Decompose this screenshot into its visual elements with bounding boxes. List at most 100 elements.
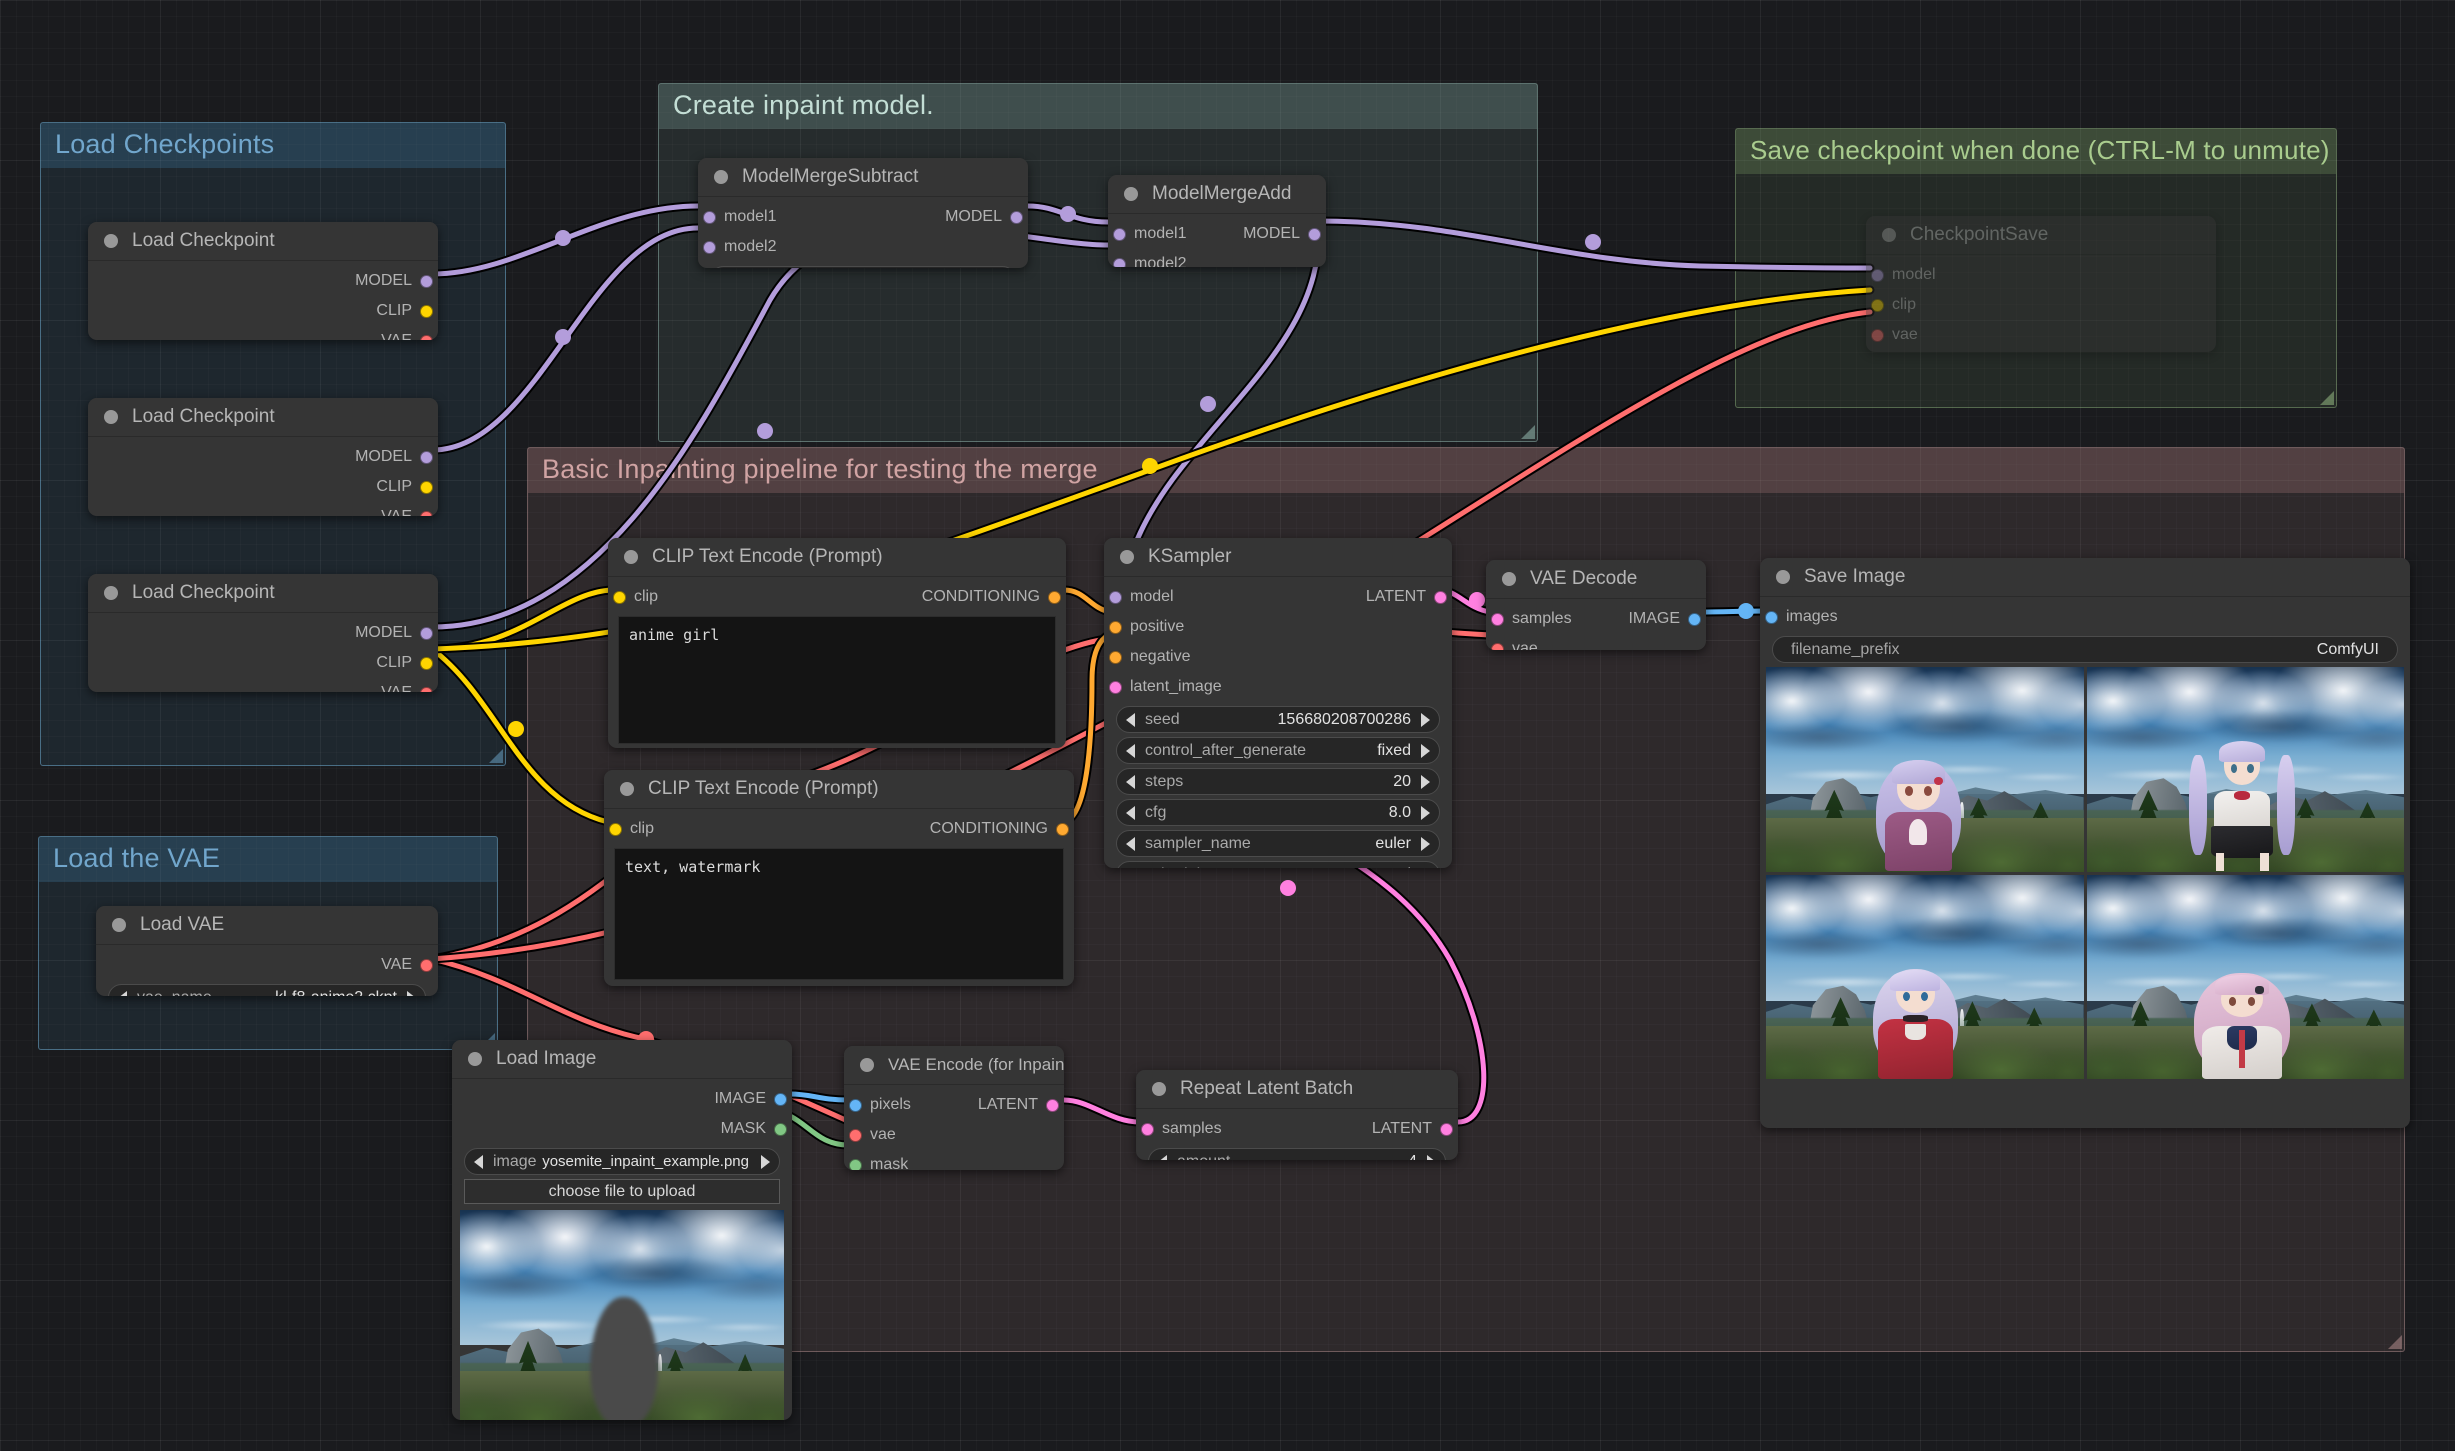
port-mask[interactable] — [774, 1123, 787, 1136]
chevron-left-icon[interactable] — [1126, 713, 1135, 727]
node-load-vae[interactable]: Load VAE VAE vae_name kl-f8-anime2.ckpt — [96, 906, 438, 996]
port-clip[interactable] — [1871, 299, 1884, 312]
port-image-out[interactable] — [1688, 613, 1701, 626]
widget-steps[interactable]: steps 20 — [1116, 768, 1440, 795]
port-clip[interactable] — [420, 481, 433, 494]
output-image-1[interactable] — [1766, 667, 2084, 872]
node-header[interactable]: CLIP Text Encode (Prompt) — [608, 538, 1066, 577]
node-load-checkpoint-2[interactable]: Load Checkpoint MODEL CLIP VAE ckpt_name… — [88, 398, 438, 516]
slot-row-model2[interactable]: model2 — [698, 236, 1028, 258]
slot-row-images[interactable]: images — [1760, 606, 2410, 628]
port-clip[interactable] — [420, 657, 433, 670]
slot-row-model1[interactable]: model1 MODEL — [1108, 223, 1326, 245]
node-collapse-icon[interactable] — [1152, 1082, 1166, 1096]
node-header[interactable]: Repeat Latent Batch — [1136, 1070, 1458, 1109]
node-checkpoint-save[interactable]: CheckpointSave model clip vae filename_p… — [1866, 216, 2216, 352]
prompt-textarea[interactable]: text, watermark — [614, 848, 1064, 980]
port-vae[interactable] — [420, 959, 433, 972]
widget-image[interactable]: image yosemite_inpaint_example.png — [464, 1148, 780, 1175]
port-model[interactable] — [420, 627, 433, 640]
chevron-right-icon[interactable] — [1421, 713, 1430, 727]
node-header[interactable]: VAE Decode — [1486, 560, 1706, 599]
port-positive[interactable] — [1109, 621, 1122, 634]
widget-scheduler[interactable]: scheduler normal — [1116, 861, 1440, 868]
port-model-out[interactable] — [1308, 228, 1321, 241]
output-slot-model[interactable]: MODEL — [88, 270, 438, 292]
port-conditioning[interactable] — [1056, 823, 1069, 836]
chevron-left-icon[interactable] — [1126, 775, 1135, 789]
output-slot-image[interactable]: IMAGE — [452, 1088, 792, 1110]
node-collapse-icon[interactable] — [860, 1058, 874, 1072]
output-slot-model[interactable]: MODEL — [88, 446, 438, 468]
port-vae[interactable] — [849, 1129, 862, 1142]
port-vae[interactable] — [420, 687, 433, 692]
output-image-3[interactable] — [1766, 875, 2084, 1080]
chevron-right-icon[interactable] — [1427, 1155, 1436, 1161]
node-collapse-icon[interactable] — [1502, 572, 1516, 586]
node-collapse-icon[interactable] — [104, 410, 118, 424]
port-model[interactable] — [420, 275, 433, 288]
output-slot-vae[interactable]: VAE — [88, 506, 438, 516]
comfyui-graph-canvas[interactable]: Load Checkpoints Create inpaint model. S… — [0, 0, 2455, 1451]
slot-row-positive[interactable]: positive — [1104, 616, 1452, 638]
group-resize-handle[interactable] — [2388, 1335, 2402, 1349]
node-header[interactable]: KSampler — [1104, 538, 1452, 577]
chevron-left-icon[interactable] — [1126, 837, 1135, 851]
output-image-2[interactable] — [2087, 667, 2405, 872]
port-image[interactable] — [774, 1093, 787, 1106]
slot-row-latent-image[interactable]: latent_image — [1104, 676, 1452, 698]
node-clip-text-encode-negative[interactable]: CLIP Text Encode (Prompt) clip CONDITION… — [604, 770, 1074, 986]
port-samples[interactable] — [1491, 613, 1504, 626]
node-collapse-icon[interactable] — [620, 782, 634, 796]
slot-row-model[interactable]: model — [1866, 264, 2216, 286]
node-header[interactable]: CLIP Text Encode (Prompt) — [604, 770, 1074, 809]
chevron-left-icon[interactable] — [1126, 744, 1135, 758]
port-model2[interactable] — [1113, 258, 1126, 267]
node-collapse-icon[interactable] — [1120, 550, 1134, 564]
output-slot-clip[interactable]: CLIP — [88, 300, 438, 322]
port-images[interactable] — [1765, 611, 1778, 624]
port-pixels[interactable] — [849, 1099, 862, 1112]
node-load-image[interactable]: Load Image IMAGE MASK image yosemite_inp… — [452, 1040, 792, 1420]
slot-row-samples[interactable]: samples IMAGE — [1486, 608, 1706, 630]
output-slot-model[interactable]: MODEL — [88, 622, 438, 644]
widget-filename-prefix[interactable]: filename_prefix ComfyUI — [1772, 636, 2398, 663]
output-slot-vae[interactable]: VAE — [96, 954, 438, 976]
group-resize-handle[interactable] — [489, 749, 503, 763]
node-collapse-icon[interactable] — [468, 1052, 482, 1066]
output-slot-vae[interactable]: VAE — [88, 682, 438, 692]
chevron-right-icon[interactable] — [1421, 837, 1430, 851]
node-collapse-icon[interactable] — [1776, 570, 1790, 584]
node-header[interactable]: Load Checkpoint — [88, 222, 438, 261]
node-header[interactable]: ModelMergeAdd — [1108, 175, 1326, 214]
node-load-checkpoint-3[interactable]: Load Checkpoint MODEL CLIP VAE ckpt_name… — [88, 574, 438, 692]
widget-control-after-generate[interactable]: control_after_generate fixed — [1116, 737, 1440, 764]
port-conditioning[interactable] — [1048, 591, 1061, 604]
node-ksampler[interactable]: KSampler model LATENT positive negative … — [1104, 538, 1452, 868]
node-collapse-icon[interactable] — [1882, 228, 1896, 242]
widget-cfg[interactable]: cfg 8.0 — [1116, 799, 1440, 826]
node-header[interactable]: Load Image — [452, 1040, 792, 1079]
node-clip-text-encode-positive[interactable]: CLIP Text Encode (Prompt) clip CONDITION… — [608, 538, 1066, 748]
prompt-textarea[interactable]: anime girl — [618, 616, 1056, 744]
slot-row-clip[interactable]: clip CONDITIONING — [604, 818, 1074, 840]
node-header[interactable]: Load Checkpoint — [88, 398, 438, 437]
output-slot-vae[interactable]: VAE — [88, 330, 438, 340]
chevron-left-icon[interactable] — [474, 1155, 483, 1169]
node-collapse-icon[interactable] — [714, 170, 728, 184]
port-negative[interactable] — [1109, 651, 1122, 664]
choose-file-to-upload-button[interactable]: choose file to upload — [464, 1179, 780, 1204]
port-model1[interactable] — [703, 211, 716, 224]
node-collapse-icon[interactable] — [624, 550, 638, 564]
port-model-out[interactable] — [1010, 211, 1023, 224]
node-repeat-latent-batch[interactable]: Repeat Latent Batch samples LATENT amoun… — [1136, 1070, 1458, 1160]
chevron-right-icon[interactable] — [761, 1155, 770, 1169]
widget-sampler-name[interactable]: sampler_name euler — [1116, 830, 1440, 857]
port-model[interactable] — [1871, 269, 1884, 282]
slot-row-clip[interactable]: clip — [1866, 294, 2216, 316]
node-collapse-icon[interactable] — [104, 586, 118, 600]
node-model-merge-add[interactable]: ModelMergeAdd model1 MODEL model2 — [1108, 175, 1326, 267]
chevron-right-icon[interactable] — [1421, 806, 1430, 820]
node-vae-encode-for-inpainting[interactable]: VAE Encode (for Inpainting) pixels LATEN… — [844, 1046, 1064, 1170]
port-model[interactable] — [1109, 591, 1122, 604]
